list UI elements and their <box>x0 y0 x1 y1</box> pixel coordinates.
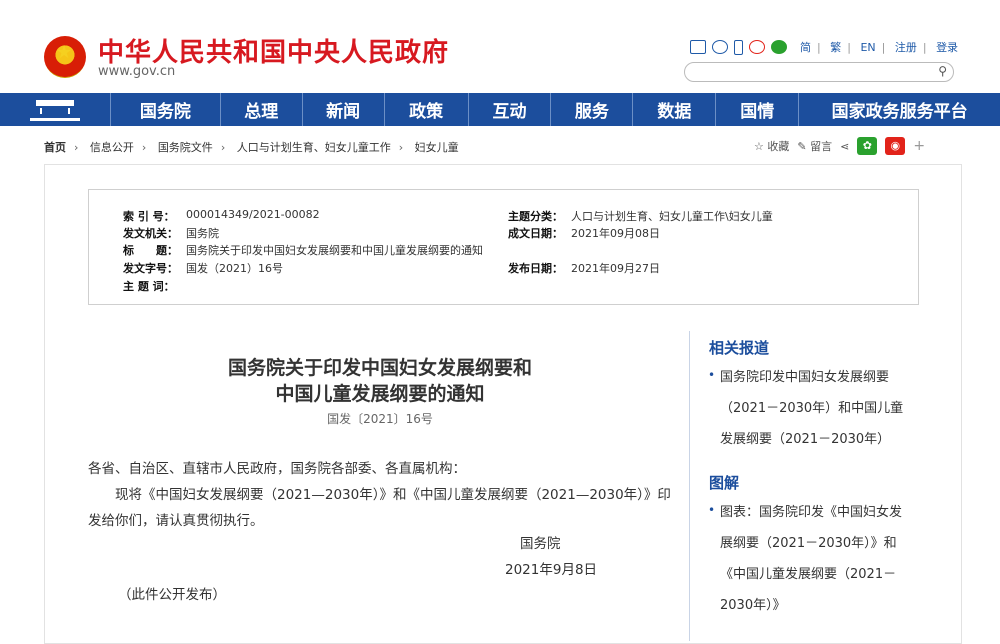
meta-title-value: 国务院关于印发中国妇女发展纲要和中国儿童发展纲要的通知 <box>186 244 483 257</box>
share-icon[interactable]: ⋖ <box>840 140 849 153</box>
meta-published-value: 2021年09月27日 <box>571 262 660 275</box>
star-icon: ☆ <box>754 140 764 153</box>
article-salutation: 各省、自治区、直辖市人民政府，国务院各部委、各直属机构： <box>88 461 466 477</box>
breadcrumb-info-disclosure[interactable]: 信息公开 <box>90 141 134 154</box>
meta-published-label: 发布日期： <box>508 262 563 275</box>
share-tools: ☆ 收藏 ✎ 留言 ⋖ ✿ ◉ + <box>754 137 925 155</box>
search-input[interactable]: ⚲ <box>684 62 954 82</box>
chevron-right-icon: › <box>74 141 79 154</box>
home-building-icon[interactable] <box>0 93 111 126</box>
wechat-share-icon[interactable]: ✿ <box>857 137 878 155</box>
mobile-icon[interactable] <box>734 39 743 55</box>
meta-title-label: 标 题： <box>123 244 178 257</box>
link-register[interactable]: 注册 <box>895 41 917 54</box>
link-simplified[interactable]: 简 <box>800 41 811 54</box>
document-meta-table: 索 引 号： 000014349/2021-00082 发文机关： 国务院 标 … <box>88 189 919 305</box>
meta-issuer-label: 发文机关： <box>123 227 178 240</box>
comment-button[interactable]: ✎ 留言 <box>797 138 832 154</box>
sidebar-graphic-item[interactable]: • 图表：国务院印发《中国妇女发展纲要（2021－2030年）》和《中国儿童发展… <box>708 497 913 621</box>
main-nav: 国务院 总理 新闻 政策 互动 服务 数据 国情 国家政务服务平台 <box>0 93 1000 126</box>
rss-icon[interactable] <box>712 40 728 54</box>
article-title-line-1: 国务院关于印发中国妇女发展纲要和 <box>227 357 532 379</box>
sidebar-related-link[interactable]: 国务院印发中国妇女发展纲要（2021－2030年）和中国儿童发展纲要（2021－… <box>708 362 913 455</box>
meta-subject-label: 主 题 词： <box>123 280 175 293</box>
language-links: 简 | 繁 | EN | 注册 | 登录 <box>800 41 959 54</box>
sidebar-graphic-title: 图解 <box>709 474 740 492</box>
link-traditional[interactable]: 繁 <box>830 41 841 54</box>
meta-issuer-value: 国务院 <box>186 227 219 240</box>
nav-interaction[interactable]: 互动 <box>469 93 552 126</box>
site-url: www.gov.cn <box>98 64 176 79</box>
article-paragraph: 现将《中国妇女发展纲要（2021—2030年）》和《中国儿童发展纲要（2021—… <box>88 487 671 529</box>
article-title-line-2: 中国儿童发展纲要的通知 <box>275 383 485 405</box>
sidebar: 相关报道 • 国务院印发中国妇女发展纲要（2021－2030年）和中国儿童发展纲… <box>689 331 920 641</box>
nav-national-info[interactable]: 国情 <box>716 93 800 126</box>
mail-icon[interactable] <box>690 40 706 54</box>
meta-index-label: 索 引 号： <box>123 210 175 223</box>
pencil-icon: ✎ <box>797 140 807 153</box>
more-share-icon[interactable]: + <box>913 138 925 154</box>
favorite-button[interactable]: ☆ 收藏 <box>754 138 789 154</box>
meta-docno-value: 国发（2021）16号 <box>186 262 283 275</box>
link-english[interactable]: EN <box>860 41 875 54</box>
site-header: 中华人民共和国中央人民政府 www.gov.cn 简| 繁| EN| 注册| 登… <box>0 0 1000 93</box>
nav-policy[interactable]: 政策 <box>385 93 469 126</box>
meta-index-value: 000014349/2021-00082 <box>186 208 320 221</box>
breadcrumb-state-docs[interactable]: 国务院文件 <box>158 141 213 154</box>
breadcrumb-population[interactable]: 人口与计划生育、妇女儿童工作 <box>237 141 391 154</box>
sidebar-related-item[interactable]: • 国务院印发中国妇女发展纲要（2021－2030年）和中国儿童发展纲要（202… <box>708 362 913 455</box>
national-emblem-icon[interactable] <box>44 36 86 78</box>
nav-news[interactable]: 新闻 <box>303 93 385 126</box>
weibo-share-icon[interactable]: ◉ <box>885 137 906 155</box>
sidebar-graphic-link[interactable]: 图表：国务院印发《中国妇女发展纲要（2021－2030年）》和《中国儿童发展纲要… <box>708 497 913 621</box>
wechat-icon[interactable] <box>771 40 787 54</box>
breadcrumb-home[interactable]: 首页 <box>44 141 66 154</box>
article-title: 国务院关于印发中国妇女发展纲要和 中国儿童发展纲要的通知 <box>190 355 570 407</box>
article-date: 2021年9月8日 <box>505 562 598 578</box>
article-body: 各省、自治区、直辖市人民政府，国务院各部委、各直属机构： 现将《中国妇女发展纲要… <box>88 456 678 534</box>
meta-created-label: 成文日期： <box>508 227 563 240</box>
link-login[interactable]: 登录 <box>936 41 958 54</box>
search-icon[interactable]: ⚲ <box>938 64 947 78</box>
meta-category-label: 主题分类： <box>508 210 563 223</box>
top-toolbar: 简 | 繁 | EN | 注册 | 登录 <box>690 38 961 56</box>
nav-services[interactable]: 服务 <box>551 93 634 126</box>
weibo-icon[interactable] <box>749 40 765 54</box>
chevron-right-icon: › <box>141 141 147 154</box>
breadcrumb: 首页 › 信息公开 › 国务院文件 › 人口与计划生育、妇女儿童工作 › 妇女儿童 <box>44 139 459 155</box>
article-signature: 国务院 <box>520 536 561 552</box>
nav-gov-service-platform[interactable]: 国家政务服务平台 <box>799 93 1000 126</box>
bullet-icon: • <box>708 503 716 517</box>
nav-premier[interactable]: 总理 <box>221 93 303 126</box>
meta-docno-label: 发文字号： <box>123 262 178 275</box>
article-docno: 国发〔2021〕16号 <box>327 412 433 426</box>
nav-state-council[interactable]: 国务院 <box>111 93 221 126</box>
chevron-right-icon: › <box>220 141 226 154</box>
breadcrumb-women-children[interactable]: 妇女儿童 <box>415 141 459 154</box>
chevron-right-icon: › <box>398 141 404 154</box>
nav-data[interactable]: 数据 <box>633 93 717 126</box>
bullet-icon: • <box>708 368 716 382</box>
meta-category-value: 人口与计划生育、妇女儿童工作\妇女儿童 <box>571 210 773 223</box>
sidebar-related-title: 相关报道 <box>709 339 770 357</box>
meta-created-value: 2021年09月08日 <box>571 227 660 240</box>
article-note: （此件公开发布） <box>118 587 226 603</box>
